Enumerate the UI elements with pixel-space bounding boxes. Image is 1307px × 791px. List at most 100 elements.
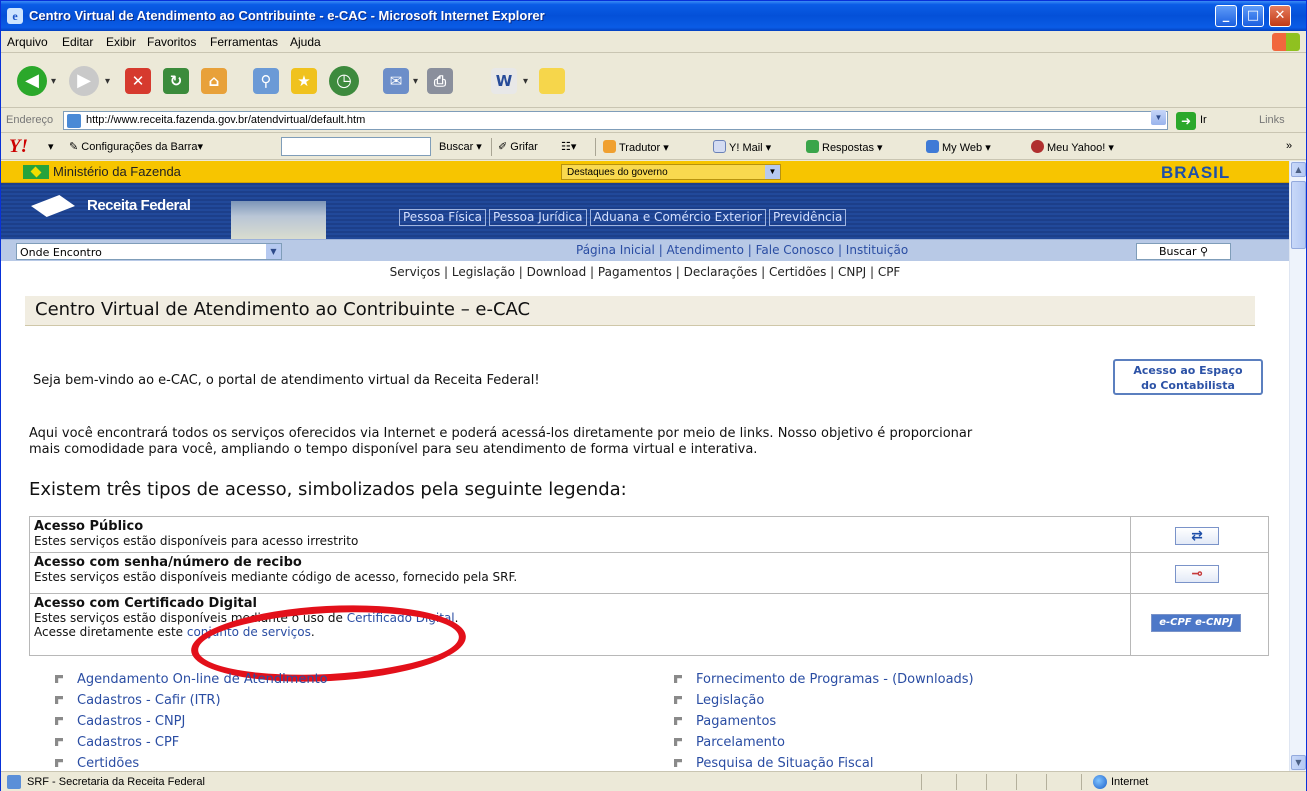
forward-dropdown[interactable]: ▾ — [105, 66, 110, 96]
legend-cert-icon-cell: e-CPF e-CNPJ — [1130, 594, 1268, 656]
discuss-button[interactable] — [539, 66, 565, 96]
edit-word-button[interactable]: W — [491, 66, 517, 96]
yahoo-search-label: Buscar — [439, 141, 474, 153]
receita-brand: Receita Federal — [87, 197, 191, 214]
service-link[interactable]: Parcelamento — [646, 732, 974, 753]
services-nav[interactable]: Serviços | Legislação | Download | Pagam… — [1, 261, 1289, 283]
service-link[interactable]: Cadastros - CPF — [27, 732, 328, 753]
layout-button[interactable]: ☷▾ — [561, 140, 576, 153]
back-arrow-icon: ◀ — [17, 66, 47, 96]
onde-encontro-select[interactable]: Onde Encontro ▼ — [16, 243, 282, 260]
yahoo-search-button[interactable]: Buscar ▾ — [439, 140, 482, 153]
note-icon — [539, 68, 565, 94]
destaques-value: Destaques do governo — [567, 167, 668, 178]
menu-ajuda[interactable]: Ajuda — [290, 35, 321, 49]
service-link[interactable]: Certidões — [27, 753, 328, 771]
history-button[interactable]: ◷ — [329, 66, 359, 96]
grifar-button[interactable]: ✐ Grifar — [498, 140, 538, 153]
favorites-button[interactable]: ★ — [291, 66, 317, 96]
service-link[interactable]: Legislação — [646, 690, 974, 711]
forward-arrow-icon: ▶ — [69, 66, 99, 96]
chevron-down-icon: ▼ — [266, 244, 281, 259]
legend-senha-icon-cell: ⊸ — [1130, 553, 1268, 594]
home-icon: ⌂ — [201, 68, 227, 94]
legend-senha-title: Acesso com senha/número de recibo — [34, 555, 302, 570]
yahoo-toolbar: Y! ▾ ✎ Configurações da Barra▾ Buscar ▾ … — [1, 134, 1306, 160]
scroll-up-icon[interactable]: ▲ — [1291, 162, 1306, 177]
legend-public-desc: Estes serviços estão disponíveis para ac… — [34, 534, 359, 548]
forward-button[interactable]: ▶ — [69, 66, 99, 96]
address-label: Endereço — [6, 114, 54, 126]
intro-paragraph: Aqui você encontrará todos os serviços o… — [29, 426, 1269, 458]
service-link[interactable]: Fornecimento de Programas - (Downloads) — [646, 669, 974, 690]
yahoo-logo-icon[interactable]: Y! — [9, 136, 28, 158]
ministerio-link[interactable]: Ministério da Fazenda — [53, 164, 181, 179]
buscar-button[interactable]: Buscar ⚲ — [1136, 243, 1231, 260]
destaques-select[interactable]: Destaques do governo ▼ — [561, 164, 781, 180]
address-input[interactable]: http://www.receita.fazenda.gov.br/atendv… — [63, 111, 1168, 130]
top-nav-links[interactable]: Página Inicial | Atendimento | Fale Cono… — [576, 243, 908, 257]
legend-row-senha: Acesso com senha/número de recibo Estes … — [30, 553, 1130, 594]
menu-arquivo[interactable]: Arquivo — [7, 35, 48, 49]
back-button[interactable]: ◀ — [17, 66, 47, 96]
tab-pessoa-fisica[interactable]: Pessoa Física — [399, 209, 486, 226]
chevron-down-icon: ▼ — [765, 165, 780, 179]
service-link[interactable]: Cadastros - CNPJ — [27, 711, 328, 732]
address-url: http://www.receita.fazenda.gov.br/atendv… — [86, 114, 366, 126]
service-link[interactable]: Pagamentos — [646, 711, 974, 732]
menu-exibir[interactable]: Exibir — [106, 35, 136, 49]
mail-dropdown[interactable]: ▾ — [413, 66, 418, 96]
address-dropdown-button[interactable]: ▼ — [1151, 110, 1166, 125]
links-button[interactable]: Links — [1259, 114, 1285, 126]
tab-pessoa-juridica[interactable]: Pessoa Jurídica — [488, 209, 587, 226]
back-dropdown[interactable]: ▾ — [51, 66, 56, 96]
legend-senha-desc: Estes serviços estão disponíveis mediant… — [34, 570, 518, 584]
tradutor-button[interactable]: Tradutor ▾ — [603, 140, 669, 154]
scroll-down-icon[interactable]: ▼ — [1291, 755, 1306, 770]
ecpf-ecnpj-icon: e-CPF e-CNPJ — [1151, 614, 1241, 632]
config-button[interactable]: ✎ Configurações da Barra▾ — [69, 140, 203, 153]
print-button[interactable]: ⎙ — [427, 66, 453, 96]
search-button[interactable]: ⚲ — [253, 66, 279, 96]
service-link[interactable]: Pesquisa de Situação Fiscal — [646, 753, 974, 771]
meuyahoo-button[interactable]: Meu Yahoo! ▾ — [1031, 140, 1114, 154]
vertical-scrollbar[interactable]: ▲ ▼ — [1289, 161, 1306, 771]
status-divider — [986, 774, 987, 790]
history-icon: ◷ — [329, 66, 359, 96]
ymail-button[interactable]: Y! Mail ▾ — [713, 140, 771, 154]
service-link[interactable]: Agendamento On-line de Atendimento — [27, 669, 328, 690]
stop-button[interactable]: ✕ — [125, 66, 151, 96]
scroll-thumb[interactable] — [1291, 181, 1306, 249]
close-button[interactable]: ✕ — [1269, 5, 1291, 27]
receita-logo-icon — [23, 191, 83, 223]
onde-encontro-value: Onde Encontro — [20, 246, 102, 259]
status-bar: SRF - Secretaria da Receita Federal Inte… — [1, 771, 1306, 791]
menu-editar[interactable]: Editar — [62, 35, 93, 49]
go-arrow-icon[interactable]: ➜ — [1176, 112, 1196, 130]
menu-favoritos[interactable]: Favoritos — [147, 35, 196, 49]
status-divider — [1081, 774, 1082, 790]
yahoo-search-input[interactable] — [281, 137, 431, 156]
standard-toolbar: ◀ ▾ ▶ ▾ ✕ ↻ ⌂ ⚲ ★ ◷ ✉ ▾ ⎙ W ▾ — [1, 54, 1306, 108]
refresh-button[interactable]: ↻ — [163, 66, 189, 96]
browser-window: e Centro Virtual de Atendimento ao Contr… — [0, 0, 1307, 791]
service-link[interactable]: Cadastros - Cafir (ITR) — [27, 690, 328, 711]
home-button[interactable]: ⌂ — [201, 66, 227, 96]
myweb-button[interactable]: My Web ▾ — [926, 140, 991, 154]
globe-icon — [1093, 775, 1107, 789]
myweb-label: My Web — [942, 142, 983, 154]
toolbar-overflow-icon[interactable]: » — [1286, 140, 1292, 152]
meuyahoo-label: Meu Yahoo! — [1047, 142, 1106, 154]
menu-ferramentas[interactable]: Ferramentas — [210, 35, 278, 49]
yahoo-dropdown[interactable]: ▾ — [48, 140, 54, 153]
public-access-arrow-icon: ⇄ — [1175, 527, 1219, 545]
contabilista-button[interactable]: Acesso ao Espaço do Contabilista — [1113, 359, 1263, 395]
minimize-button[interactable]: _ — [1215, 5, 1237, 27]
tab-previdencia[interactable]: Previdência — [768, 209, 847, 226]
edit-dropdown[interactable]: ▾ — [523, 66, 528, 96]
maximize-button[interactable]: □ — [1242, 5, 1264, 27]
mail-button[interactable]: ✉ — [383, 66, 409, 96]
go-button[interactable]: Ir — [1200, 114, 1207, 126]
tab-aduana[interactable]: Aduana e Comércio Exterior — [589, 209, 766, 226]
respostas-button[interactable]: Respostas ▾ — [806, 140, 883, 154]
